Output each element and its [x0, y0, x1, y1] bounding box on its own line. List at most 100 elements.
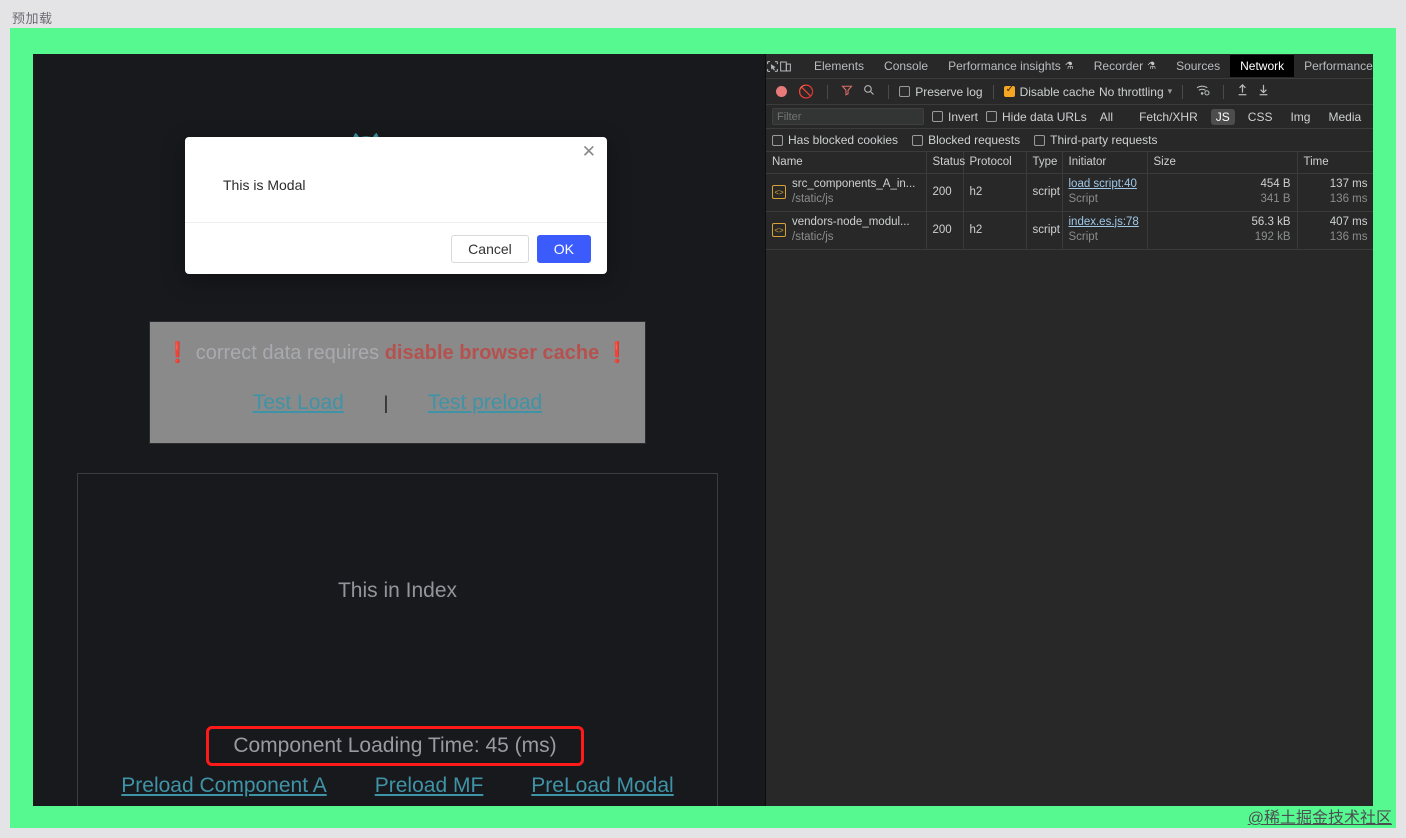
- modal-dialog: ✕ This is Modal Cancel OK: [185, 137, 607, 274]
- column-header-initiator[interactable]: Initiator: [1062, 152, 1147, 173]
- hide-data-urls-checkbox[interactable]: Hide data URLs: [986, 110, 1087, 124]
- tab-elements[interactable]: Elements: [804, 55, 874, 77]
- preload-links: Preload Component A Preload MF PreLoad M…: [78, 774, 717, 798]
- initiator-type: Script: [1069, 192, 1141, 208]
- type-filter-img[interactable]: Img: [1285, 109, 1315, 125]
- cache-warning-highlight: disable browser cache: [385, 342, 600, 364]
- cache-warning-text: ❗ correct data requires disable browser …: [150, 340, 645, 365]
- cell-status: 200: [926, 211, 963, 249]
- has-blocked-cookies-label: Has blocked cookies: [788, 133, 898, 147]
- hide-data-urls-label: Hide data URLs: [1002, 110, 1087, 124]
- checkbox-box: [772, 135, 783, 146]
- network-conditions-icon[interactable]: [1193, 84, 1213, 99]
- preview-feature-icon: ⚗: [1065, 61, 1074, 72]
- column-header-status[interactable]: Status: [926, 152, 963, 173]
- export-har-icon[interactable]: [1255, 84, 1272, 99]
- toolbar-divider: [888, 85, 889, 99]
- column-header-time[interactable]: Time: [1297, 152, 1373, 173]
- size-resource: 192 kB: [1154, 230, 1291, 246]
- request-name: src_components_A_in...: [792, 177, 915, 193]
- index-heading: This in Index: [78, 579, 717, 603]
- column-header-protocol[interactable]: Protocol: [963, 152, 1026, 173]
- preload-component-a-link[interactable]: Preload Component A: [121, 774, 326, 798]
- column-header-type[interactable]: Type: [1026, 152, 1062, 173]
- filter-icon[interactable]: [838, 84, 856, 99]
- initiator-link[interactable]: load script:40: [1069, 177, 1141, 193]
- tab-performance-insights[interactable]: Performance insights⚗: [938, 55, 1084, 77]
- blocked-requests-checkbox[interactable]: Blocked requests: [912, 133, 1020, 147]
- device-toolbar-icon[interactable]: [779, 54, 792, 79]
- size-transferred: 454 B: [1154, 177, 1291, 193]
- cell-name[interactable]: <> src_components_A_in... /static/js: [766, 173, 926, 211]
- test-load-link[interactable]: Test Load: [253, 391, 344, 414]
- table-row[interactable]: <> src_components_A_in... /static/js 200…: [766, 173, 1373, 211]
- checkbox-box: [1004, 86, 1015, 97]
- toolbar-divider: [993, 85, 994, 99]
- preload-mf-link[interactable]: Preload MF: [375, 774, 484, 798]
- time-total: 407 ms: [1304, 215, 1368, 231]
- devtools-panel: Elements Console Performance insights⚗ R…: [765, 54, 1373, 806]
- type-filter-all[interactable]: All: [1095, 109, 1118, 125]
- invert-checkbox[interactable]: Invert: [932, 110, 978, 124]
- tab-performance[interactable]: Performance: [1294, 55, 1373, 77]
- js-file-icon: <>: [772, 185, 786, 199]
- tab-recorder-label: Recorder: [1094, 59, 1143, 73]
- component-loading-time: Component Loading Time: 45 (ms): [206, 726, 584, 766]
- browser-tab-label: 预加载: [12, 8, 53, 27]
- cell-initiator[interactable]: index.es.js:78 Script: [1062, 211, 1147, 249]
- search-icon[interactable]: [860, 84, 878, 99]
- column-header-name[interactable]: Name: [766, 152, 926, 173]
- initiator-link[interactable]: index.es.js:78: [1069, 215, 1141, 231]
- cell-initiator[interactable]: load script:40 Script: [1062, 173, 1147, 211]
- type-filter-fetch-xhr[interactable]: Fetch/XHR: [1134, 109, 1203, 125]
- close-icon[interactable]: ✕: [582, 143, 596, 160]
- preserve-log-label: Preserve log: [915, 85, 982, 99]
- blocked-requests-label: Blocked requests: [928, 133, 1020, 147]
- type-filter-css[interactable]: CSS: [1243, 109, 1278, 125]
- throttling-select[interactable]: No throttling: [1099, 85, 1164, 99]
- modal-footer: Cancel OK: [185, 222, 607, 274]
- type-filter-media[interactable]: Media: [1323, 109, 1366, 125]
- request-name: vendors-node_modul...: [792, 215, 910, 231]
- clear-icon[interactable]: 🚫: [795, 84, 817, 100]
- tab-network[interactable]: Network: [1230, 55, 1294, 77]
- record-icon[interactable]: [776, 86, 787, 97]
- exclamation-left-icon: ❗: [165, 342, 190, 364]
- checkbox-box: [912, 135, 923, 146]
- inspect-element-icon[interactable]: [766, 54, 779, 79]
- type-filter-js[interactable]: JS: [1211, 109, 1235, 125]
- tab-console[interactable]: Console: [874, 55, 938, 77]
- cell-time: 407 ms 136 ms: [1297, 211, 1373, 249]
- ok-button[interactable]: OK: [537, 235, 591, 263]
- preview-feature-icon: ⚗: [1147, 61, 1156, 72]
- disable-cache-checkbox[interactable]: Disable cache: [1004, 85, 1095, 99]
- chevron-down-icon[interactable]: ▾: [1168, 86, 1173, 97]
- link-separator: |: [384, 393, 389, 413]
- cell-name[interactable]: <> vendors-node_modul... /static/js: [766, 211, 926, 249]
- table-row[interactable]: <> vendors-node_modul... /static/js 200 …: [766, 211, 1373, 249]
- third-party-requests-checkbox[interactable]: Third-party requests: [1034, 133, 1157, 147]
- cancel-button[interactable]: Cancel: [451, 235, 529, 263]
- has-blocked-cookies-checkbox[interactable]: Has blocked cookies: [772, 133, 898, 147]
- import-har-icon[interactable]: [1234, 84, 1251, 99]
- tab-sources-label: Sources: [1176, 59, 1220, 73]
- column-header-size[interactable]: Size: [1147, 152, 1297, 173]
- preserve-log-checkbox[interactable]: Preserve log: [899, 85, 982, 99]
- cell-type: script: [1026, 173, 1062, 211]
- preload-modal-link[interactable]: PreLoad Modal: [531, 774, 673, 798]
- filter-input[interactable]: [772, 108, 924, 125]
- request-path: /static/js: [792, 230, 910, 246]
- network-checkbar: Has blocked cookies Blocked requests Thi…: [766, 129, 1373, 152]
- tab-recorder[interactable]: Recorder ⚗: [1084, 55, 1166, 77]
- checkbox-box: [932, 111, 943, 122]
- time-total: 137 ms: [1304, 177, 1368, 193]
- time-latency: 136 ms: [1304, 192, 1368, 208]
- third-party-requests-label: Third-party requests: [1050, 133, 1157, 147]
- test-preload-link[interactable]: Test preload: [428, 391, 542, 414]
- network-toolbar: 🚫 Preserve log Disable cache No throttli…: [766, 79, 1373, 105]
- invert-label: Invert: [948, 110, 978, 124]
- cache-warning-prefix: correct data requires: [196, 342, 385, 364]
- cell-time: 137 ms 136 ms: [1297, 173, 1373, 211]
- tab-sources[interactable]: Sources: [1166, 55, 1230, 77]
- screenshot-root: 预加载 ad Focus on impapplications and🚀🚀: [0, 0, 1406, 838]
